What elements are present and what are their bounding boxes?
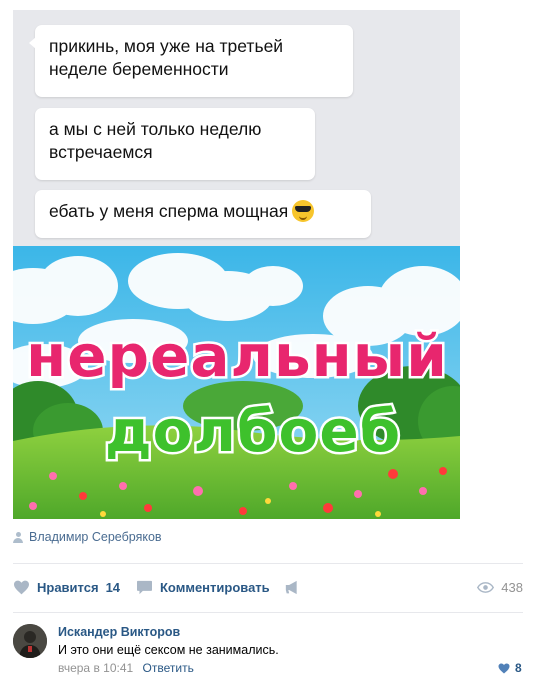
sunglasses-emoji-icon <box>292 200 315 222</box>
comment-text: И это они ещё сексом не занимались. <box>58 643 279 657</box>
message-text: а мы с ней только неделю встречаемся <box>49 119 262 162</box>
person-icon <box>13 531 23 543</box>
comment-like-button[interactable]: 8 <box>498 661 522 675</box>
like-count: 14 <box>105 580 121 595</box>
comment-icon <box>137 580 152 595</box>
message-bubble: а мы с ней только неделю встречаемся <box>35 108 315 180</box>
post-author[interactable]: Владимир Серебряков <box>13 530 162 544</box>
picture-title-line1: нереальный <box>26 322 448 390</box>
post-author-name[interactable]: Владимир Серебряков <box>29 530 162 544</box>
comment-button[interactable]: Комментировать <box>136 580 270 595</box>
post-actions: Нравится 14 Комментировать 438 <box>13 576 523 600</box>
chat-screenshot: прикинь, моя уже на третьей неделе берем… <box>13 10 460 246</box>
share-button[interactable] <box>284 580 301 595</box>
comment-meta: вчера в 10:41 Ответить <box>58 661 194 675</box>
message-text: прикинь, моя уже на третьей неделе берем… <box>49 36 284 79</box>
comment-like-count: 8 <box>515 661 522 675</box>
comment-label: Комментировать <box>160 580 270 595</box>
megaphone-icon <box>285 580 297 595</box>
cartoon-image[interactable]: нереальный долбоеб <box>13 246 460 519</box>
message-bubble: ебать у меня сперма мощная <box>35 190 371 238</box>
picture-title-line2: долбоеб <box>105 397 401 465</box>
divider <box>13 612 523 613</box>
heart-icon <box>14 580 29 595</box>
divider <box>13 563 523 564</box>
message-text: ебать у меня сперма мощная <box>49 201 289 221</box>
cartoon-scene: нереальный долбоеб <box>13 246 460 519</box>
message-bubble: прикинь, моя уже на третьей неделе берем… <box>29 25 353 97</box>
views-counter: 438 <box>477 580 523 595</box>
avatar-photo <box>13 624 47 658</box>
comment-author[interactable]: Искандер Викторов <box>58 625 180 639</box>
like-label: Нравится <box>37 580 99 595</box>
eye-icon <box>477 582 495 593</box>
views-count: 438 <box>501 580 523 595</box>
heart-icon <box>498 663 510 673</box>
like-button[interactable]: Нравится 14 <box>13 580 120 595</box>
reply-button[interactable]: Ответить <box>143 661 194 675</box>
avatar[interactable] <box>13 624 47 658</box>
comment-time[interactable]: вчера в 10:41 <box>58 661 133 675</box>
